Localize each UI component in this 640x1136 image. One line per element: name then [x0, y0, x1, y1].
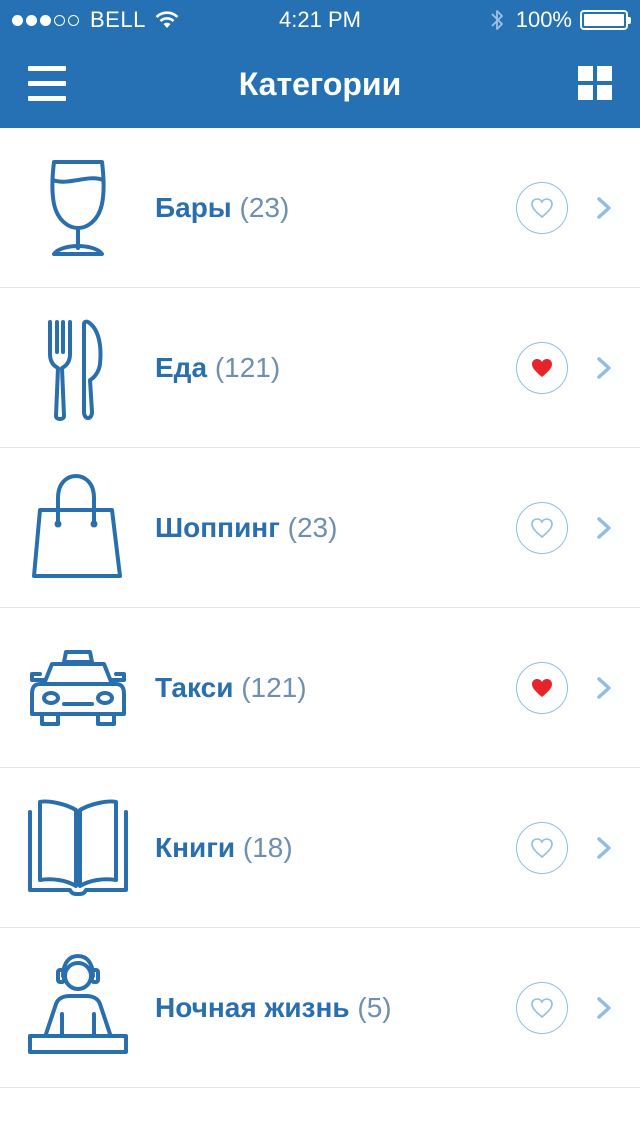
category-count: (23)	[239, 192, 290, 223]
hamburger-menu-icon[interactable]	[28, 66, 66, 102]
battery-cap	[628, 17, 631, 24]
list-item[interactable]: Такси (121)	[0, 608, 640, 768]
category-count: (121)	[241, 672, 307, 703]
category-name: Ночная жизнь	[155, 992, 350, 1023]
heart-outline-icon	[531, 198, 553, 219]
taxi-icon	[18, 628, 138, 748]
chevron-right-icon	[594, 196, 614, 220]
grid-cell	[597, 85, 612, 100]
category-label: Книги (18)	[155, 768, 293, 928]
menu-line	[28, 81, 66, 86]
favorite-button[interactable]	[516, 662, 568, 714]
category-label: Бары (23)	[155, 128, 289, 288]
list-item[interactable]: Бары (23)	[0, 128, 640, 288]
status-bar: BELL 4:21 PM 100%	[0, 0, 640, 40]
favorite-button[interactable]	[516, 342, 568, 394]
fork-knife-icon	[18, 308, 138, 428]
grid-cell	[578, 85, 593, 100]
list-item[interactable]: Шоппинг (23)	[0, 448, 640, 608]
category-name: Книги	[155, 832, 236, 863]
chevron-right-icon	[594, 516, 614, 540]
chevron-right-icon	[594, 996, 614, 1020]
heart-filled-icon	[532, 359, 552, 377]
chevron-right-icon	[594, 836, 614, 860]
menu-line	[28, 66, 66, 71]
list-item[interactable]: Книги (18)	[0, 768, 640, 928]
book-icon	[18, 788, 138, 908]
wine-glass-icon	[18, 148, 138, 268]
category-name: Бары	[155, 192, 232, 223]
category-name: Шоппинг	[155, 512, 280, 543]
category-count: (18)	[242, 832, 293, 863]
battery-level	[584, 14, 624, 26]
menu-line	[28, 96, 66, 101]
list-item[interactable]: Ночная жизнь (5)	[0, 928, 640, 1088]
favorite-button[interactable]	[516, 822, 568, 874]
screen: BELL 4:21 PM 100% Категории Бары (23) Ед…	[0, 0, 640, 1136]
category-count: (23)	[287, 512, 338, 543]
category-label: Шоппинг (23)	[155, 448, 337, 608]
category-label: Ночная жизнь (5)	[155, 928, 392, 1088]
dj-icon	[18, 948, 138, 1068]
category-list: Бары (23) Еда (121) Шоппинг (23) Такси (…	[0, 128, 640, 1088]
favorite-button[interactable]	[516, 182, 568, 234]
bluetooth-icon	[490, 8, 504, 32]
status-right: 100%	[490, 0, 631, 40]
favorite-button[interactable]	[516, 502, 568, 554]
list-item[interactable]: Еда (121)	[0, 288, 640, 448]
header: BELL 4:21 PM 100% Категории	[0, 0, 640, 128]
category-count: (121)	[214, 352, 281, 383]
nav-bar: Категории	[0, 40, 640, 128]
battery-icon	[580, 10, 631, 30]
grid-cell	[597, 66, 612, 81]
grid-view-icon[interactable]	[578, 66, 612, 100]
heart-outline-icon	[531, 838, 553, 859]
category-name: Еда	[155, 352, 208, 383]
category-count: (5)	[357, 992, 392, 1023]
grid-cell	[578, 66, 593, 81]
heart-outline-icon	[531, 518, 553, 539]
heart-outline-icon	[531, 998, 553, 1019]
chevron-right-icon	[594, 356, 614, 380]
category-label: Такси (121)	[155, 608, 307, 768]
category-label: Еда (121)	[155, 288, 280, 448]
page-title: Категории	[238, 66, 402, 102]
chevron-right-icon	[594, 676, 614, 700]
favorite-button[interactable]	[516, 982, 568, 1034]
heart-filled-icon	[532, 679, 552, 697]
shopping-bag-icon	[18, 468, 138, 588]
category-name: Такси	[155, 672, 234, 703]
battery-percent: 100%	[515, 7, 572, 32]
